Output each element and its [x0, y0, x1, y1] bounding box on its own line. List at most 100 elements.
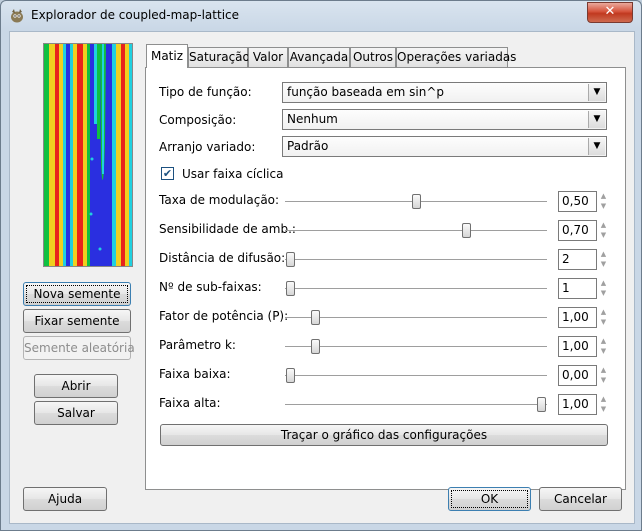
chevron-down-icon: ▼	[588, 138, 605, 155]
ambient-sensitivity-slider[interactable]	[285, 230, 547, 231]
parameter-k-slider[interactable]	[285, 346, 547, 347]
random-seed-button[interactable]: Semente aleatória	[23, 336, 135, 360]
save-button[interactable]: Salvar	[34, 401, 118, 425]
spin-up-icon[interactable]: ▲	[599, 365, 608, 375]
spin-up-icon[interactable]: ▲	[599, 336, 608, 346]
ok-button[interactable]: OK	[448, 487, 531, 511]
range-high-label: Faixa alta:	[159, 396, 221, 410]
range-low-slider-thumb[interactable]	[286, 368, 295, 383]
diffusion-distance-spinbox[interactable]: 2	[558, 249, 597, 270]
cancel-button[interactable]: Cancelar	[539, 487, 622, 511]
ambient-sensitivity-slider-thumb[interactable]	[462, 223, 471, 238]
composition-value: Nenhum	[287, 112, 338, 126]
misc-arrange-combo[interactable]: Padrão ▼	[282, 136, 607, 157]
chevron-down-icon: ▼	[588, 111, 605, 128]
tab-advanced[interactable]: Avançada	[288, 47, 350, 67]
parameter-k-label: Parâmetro k:	[159, 338, 236, 352]
power-factor-spin-arrows[interactable]: ▲ ▼	[599, 307, 608, 328]
misc-arrange-label: Arranjo variado:	[159, 140, 256, 154]
spin-down-icon[interactable]: ▼	[599, 201, 608, 211]
modulation-rate-spin-arrows[interactable]: ▲ ▼	[599, 191, 608, 212]
parameter-k-value: 1,00	[562, 339, 589, 353]
diffusion-distance-slider-thumb[interactable]	[286, 252, 295, 267]
tab-misc-ops[interactable]: Operações variadas	[396, 47, 516, 67]
tab-hue[interactable]: Matiz	[146, 44, 188, 68]
parameter-k-slider-thumb[interactable]	[311, 339, 320, 354]
sub-ranges-value: 1	[562, 281, 570, 295]
gimp-icon	[11, 9, 23, 23]
spin-up-icon[interactable]: ▲	[599, 191, 608, 201]
tab-saturation[interactable]: Saturação	[188, 47, 250, 67]
ambient-sensitivity-spinbox[interactable]: 0,70	[558, 220, 597, 241]
new-seed-button[interactable]: Nova semente	[23, 282, 131, 306]
preview-image	[43, 43, 133, 267]
power-factor-spinbox[interactable]: 1,00	[558, 307, 597, 328]
modulation-rate-slider-thumb[interactable]	[412, 194, 421, 209]
spin-up-icon[interactable]: ▲	[599, 278, 608, 288]
close-button[interactable]: ✕	[587, 2, 633, 23]
range-high-slider[interactable]	[285, 404, 547, 405]
dialog-window: Explorador de coupled-map-lattice ✕ Nova…	[0, 0, 642, 531]
spin-down-icon[interactable]: ▼	[599, 288, 608, 298]
spin-down-icon[interactable]: ▼	[599, 230, 608, 240]
sub-ranges-spinbox[interactable]: 1	[558, 278, 597, 299]
function-type-value: função baseada em sin^p	[287, 85, 445, 99]
tab-value[interactable]: Valor	[248, 47, 288, 67]
power-factor-value: 1,00	[562, 310, 589, 324]
modulation-rate-spinbox[interactable]: 0,50	[558, 191, 597, 212]
ambient-sensitivity-value: 0,70	[562, 223, 589, 237]
ambient-sensitivity-spin-arrows[interactable]: ▲ ▼	[599, 220, 608, 241]
range-low-label: Faixa baixa:	[159, 367, 231, 381]
chevron-down-icon: ▼	[588, 84, 605, 101]
close-icon: ✕	[604, 4, 616, 19]
fix-seed-button[interactable]: Fixar semente	[23, 309, 131, 333]
checkmark-icon: ✔	[162, 167, 173, 180]
range-high-spinbox[interactable]: 1,00	[558, 394, 597, 415]
modulation-rate-label: Taxa de modulação:	[159, 193, 280, 207]
open-button[interactable]: Abrir	[34, 374, 118, 398]
composition-label: Composição:	[159, 113, 237, 127]
sub-ranges-slider[interactable]	[285, 288, 547, 289]
diffusion-distance-value: 2	[562, 252, 570, 266]
cyclic-range-label[interactable]: Usar faixa cíclica	[182, 167, 283, 181]
range-high-slider-thumb[interactable]	[537, 397, 546, 412]
tab-others[interactable]: Outros	[350, 47, 396, 67]
diffusion-distance-spin-arrows[interactable]: ▲ ▼	[599, 249, 608, 270]
ambient-sensitivity-label: Sensibilidade de amb.:	[159, 222, 296, 236]
spin-down-icon[interactable]: ▼	[599, 375, 608, 385]
spin-up-icon[interactable]: ▲	[599, 249, 608, 259]
sub-ranges-slider-thumb[interactable]	[286, 281, 295, 296]
range-high-value: 1,00	[562, 397, 589, 411]
diffusion-distance-label: Distância de difusão:	[159, 251, 286, 265]
range-low-spinbox[interactable]: 0,00	[558, 365, 597, 386]
spin-up-icon[interactable]: ▲	[599, 394, 608, 404]
misc-arrange-value: Padrão	[287, 139, 329, 153]
sub-ranges-label: Nº de sub-faixas:	[159, 280, 262, 294]
parameter-k-spinbox[interactable]: 1,00	[558, 336, 597, 357]
window-title: Explorador de coupled-map-lattice	[31, 8, 240, 22]
power-factor-slider[interactable]	[285, 317, 547, 318]
cyclic-range-checkbox[interactable]: ✔	[161, 167, 174, 180]
title-bar[interactable]: Explorador de coupled-map-lattice ✕	[1, 1, 641, 31]
spin-down-icon[interactable]: ▼	[599, 404, 608, 414]
parameter-k-spin-arrows[interactable]: ▲ ▼	[599, 336, 608, 357]
range-low-spin-arrows[interactable]: ▲ ▼	[599, 365, 608, 386]
spin-up-icon[interactable]: ▲	[599, 220, 608, 230]
range-low-slider[interactable]	[285, 375, 547, 376]
function-type-combo[interactable]: função baseada em sin^p ▼	[282, 82, 607, 103]
modulation-rate-value: 0,50	[562, 194, 589, 208]
composition-combo[interactable]: Nenhum ▼	[282, 109, 607, 130]
help-button[interactable]: Ajuda	[23, 487, 107, 511]
plot-settings-button[interactable]: Traçar o gráfico das configurações	[160, 424, 608, 446]
function-type-label: Tipo de função:	[159, 85, 252, 99]
power-factor-label: Fator de potência (P):	[159, 309, 289, 323]
range-high-spin-arrows[interactable]: ▲ ▼	[599, 394, 608, 415]
spin-down-icon[interactable]: ▼	[599, 317, 608, 327]
sub-ranges-spin-arrows[interactable]: ▲ ▼	[599, 278, 608, 299]
spin-down-icon[interactable]: ▼	[599, 346, 608, 356]
power-factor-slider-thumb[interactable]	[311, 310, 320, 325]
range-low-value: 0,00	[562, 368, 589, 382]
spin-down-icon[interactable]: ▼	[599, 259, 608, 269]
spin-up-icon[interactable]: ▲	[599, 307, 608, 317]
diffusion-distance-slider[interactable]	[285, 259, 547, 260]
